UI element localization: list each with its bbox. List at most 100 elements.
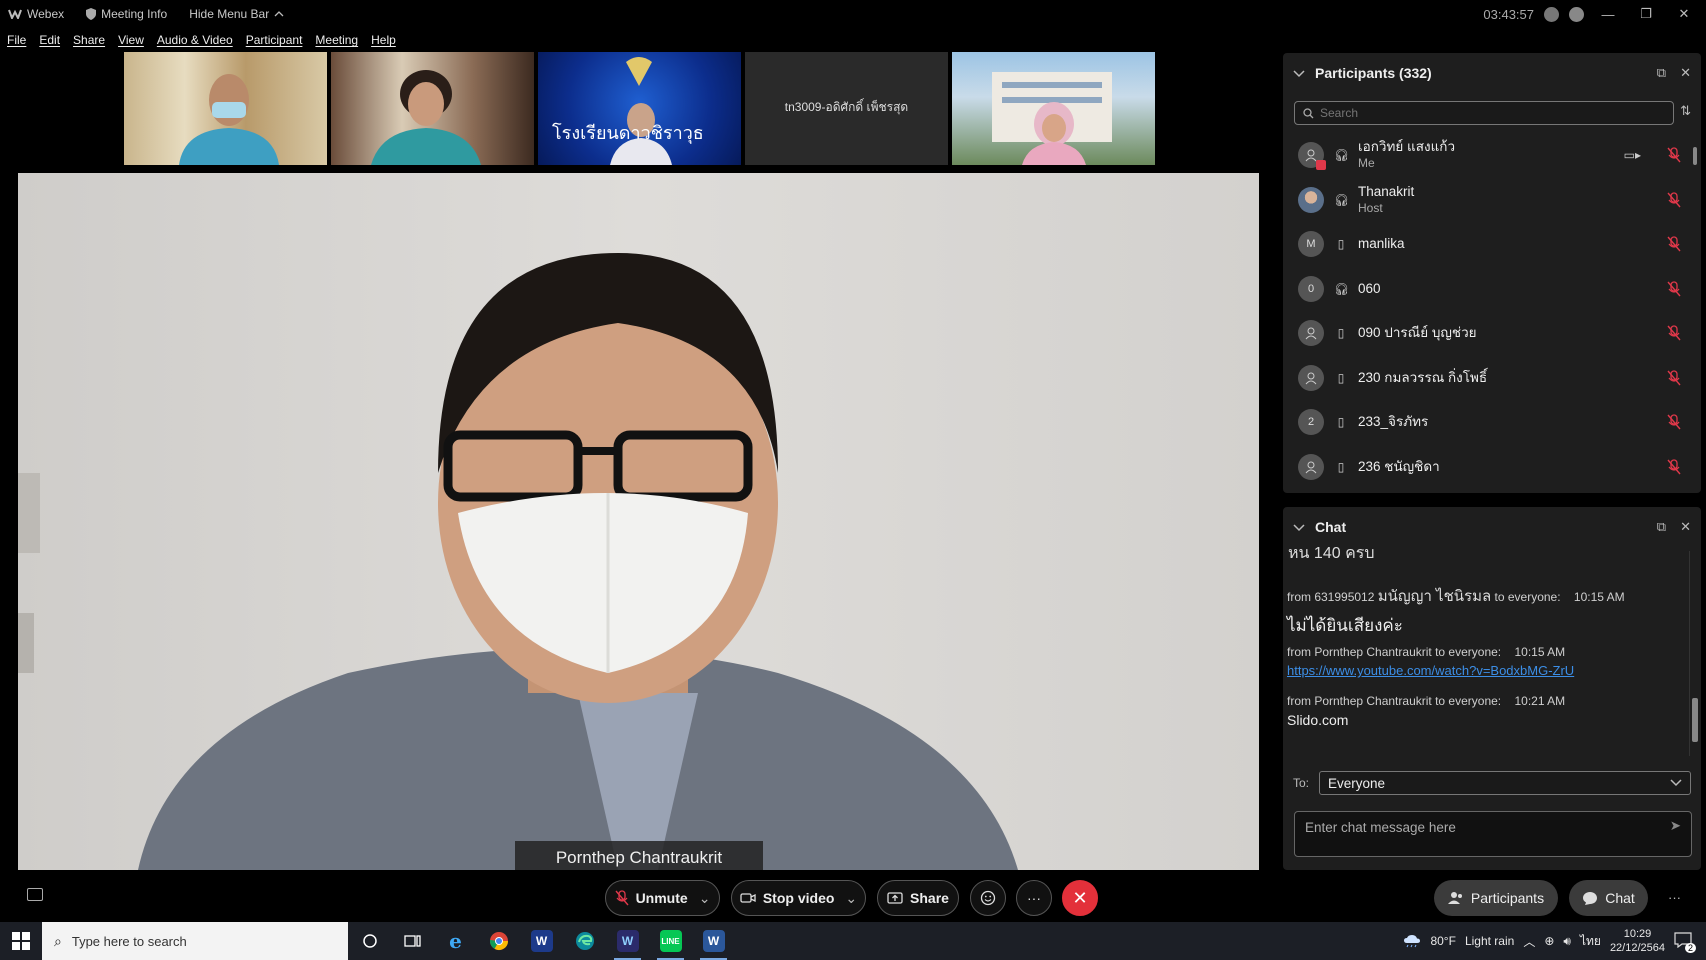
menu-meeting[interactable]: Meeting: [315, 33, 358, 47]
menu-participant[interactable]: Participant: [246, 33, 303, 47]
video-thumbnail[interactable]: [952, 52, 1155, 165]
hide-menu-bar-button[interactable]: Hide Menu Bar: [189, 7, 284, 21]
menu-bar: File Edit Share View Audio & Video Parti…: [0, 30, 402, 50]
clock[interactable]: 10:29 22/12/2564: [1610, 927, 1665, 955]
cortana-icon[interactable]: [348, 922, 391, 960]
mic-muted-icon[interactable]: [1667, 147, 1681, 163]
video-thumbnail[interactable]: tn3009-อดิศักดิ์ เพ็ชรสุด: [745, 52, 948, 165]
mic-muted-icon[interactable]: [1667, 458, 1681, 475]
participant-row[interactable]: M ▯ manlika: [1283, 222, 1701, 267]
sort-icon[interactable]: ⇅: [1680, 103, 1691, 119]
edge-icon[interactable]: [563, 922, 606, 960]
chevron-down-icon[interactable]: ⌄: [845, 890, 857, 907]
chevron-up-icon[interactable]: ︿: [1523, 933, 1535, 950]
participant-row[interactable]: 2 ▯ 233_จิรภัทร: [1283, 400, 1701, 445]
input-language[interactable]: ไทย: [1580, 932, 1601, 951]
mic-muted-icon[interactable]: [1667, 369, 1681, 386]
chat-scrollbar[interactable]: [1689, 551, 1699, 756]
mic-muted-icon[interactable]: [1667, 325, 1681, 341]
close-window-icon[interactable]: ✕: [1670, 6, 1698, 22]
mic-muted-icon[interactable]: [1667, 191, 1681, 208]
send-icon[interactable]: ➤: [1670, 818, 1681, 834]
popout-icon[interactable]: ⧉: [1657, 519, 1666, 535]
start-button[interactable]: [0, 922, 42, 960]
stop-video-button[interactable]: Stop video ⌄: [731, 880, 866, 916]
scrollbar-thumb[interactable]: [1693, 147, 1697, 165]
captions-icon[interactable]: [27, 888, 43, 901]
video-camera-icon[interactable]: ▭▸: [1624, 148, 1641, 162]
participants-scrollbar[interactable]: [1691, 133, 1699, 485]
phone-icon: ▯: [1337, 237, 1345, 252]
mic-muted-icon[interactable]: [1667, 414, 1681, 430]
search-icon: ⌕: [54, 932, 62, 949]
participants-toggle-button[interactable]: Participants: [1434, 880, 1558, 916]
minimize-icon[interactable]: —: [1594, 7, 1622, 22]
collapse-chevron-icon[interactable]: [1293, 65, 1305, 81]
mic-muted-icon[interactable]: [1667, 236, 1681, 252]
participant-row[interactable]: ▯ 230 กมลวรรณ กิ่งโพธิ์: [1283, 356, 1701, 401]
meeting-controls: Unmute ⌄ Stop video ⌄ Share ··· ✕ Partic…: [0, 874, 1706, 922]
stop-video-label: Stop video: [762, 890, 835, 906]
network-icon[interactable]: ⊕: [1544, 934, 1554, 948]
chevron-down-icon[interactable]: ⌄: [699, 890, 711, 907]
video-thumbnail-strip: โรงเรียนดาวชิราวุธ tn3009-อดิศักดิ์ เพ็ช…: [124, 52, 1155, 165]
shield-icon: [86, 8, 97, 20]
participant-row[interactable]: 0 🎧︎ 060: [1283, 267, 1701, 312]
menu-edit[interactable]: Edit: [39, 33, 60, 47]
participant-name: 233_จิรภัทร: [1358, 414, 1428, 430]
collapse-chevron-icon[interactable]: [1293, 519, 1305, 535]
participant-search[interactable]: [1294, 101, 1674, 125]
participant-name-text: 236 ชนัญชิดา: [1358, 458, 1440, 474]
participant-name-text: 060: [1358, 280, 1381, 296]
meeting-info-label: Meeting Info: [101, 7, 168, 21]
main-video[interactable]: Pornthep Chantraukrit: [18, 173, 1259, 870]
participant-name: 236 ชนัญชิดา: [1358, 459, 1440, 475]
close-panel-icon[interactable]: ✕: [1680, 65, 1691, 81]
scrollbar-thumb[interactable]: [1692, 698, 1698, 742]
recipient-select[interactable]: Everyone: [1319, 771, 1692, 795]
reactions-button[interactable]: [970, 880, 1006, 916]
video-thumbnail[interactable]: [331, 52, 534, 165]
close-panel-icon[interactable]: ✕: [1680, 519, 1691, 535]
volume-icon[interactable]: 🔊︎: [1563, 934, 1571, 949]
chat-link[interactable]: https://www.youtube.com/watch?v=BodxbMG-…: [1287, 663, 1574, 678]
participant-row[interactable]: ▯ 090 ปารณีย์ บุญช่วย: [1283, 311, 1701, 356]
menu-view[interactable]: View: [118, 33, 144, 47]
webex-window: Webex Meeting Info Hide Menu Bar 03:43:5…: [0, 0, 1706, 960]
menu-share[interactable]: Share: [73, 33, 105, 47]
more-dots-icon[interactable]: ···: [1668, 890, 1681, 905]
menu-audio-video[interactable]: Audio & Video: [157, 33, 233, 47]
notification-icon[interactable]: 2: [1674, 931, 1696, 953]
mic-muted-icon[interactable]: [1667, 280, 1681, 297]
restore-icon[interactable]: ❐: [1632, 6, 1660, 22]
word-app-icon[interactable]: W: [692, 922, 735, 960]
menu-help[interactable]: Help: [371, 33, 396, 47]
chat-toggle-button[interactable]: Chat: [1569, 880, 1648, 916]
weather-text[interactable]: Light rain: [1465, 934, 1514, 948]
chat-input[interactable]: Enter chat message here ➤: [1294, 811, 1692, 857]
meeting-info-button[interactable]: Meeting Info: [86, 7, 167, 21]
participant-row[interactable]: 🎧︎ Thanakrit Host: [1283, 178, 1701, 223]
titlebar-right: 03:43:57 — ❐ ✕: [1483, 0, 1698, 28]
chat-message: from Pornthep Chantraukrit to everyone: …: [1287, 694, 1565, 728]
video-thumbnail[interactable]: โรงเรียนดาวชิราวุธ: [538, 52, 741, 165]
user-avatar-icon[interactable]: [1569, 6, 1584, 22]
line-app-icon[interactable]: LINE: [649, 922, 692, 960]
taskbar-search[interactable]: ⌕ Type here to search: [42, 922, 348, 960]
participant-row[interactable]: 🎧︎ เอกวิทย์ แสงแก้ว Me ▭▸: [1283, 133, 1701, 178]
more-options-button[interactable]: ···: [1016, 880, 1052, 916]
participant-row[interactable]: ▯ 236 ชนัญชิดา: [1283, 445, 1701, 490]
weather-temp[interactable]: 80°F: [1430, 934, 1455, 948]
leave-meeting-button[interactable]: ✕: [1062, 880, 1098, 916]
unmute-button[interactable]: Unmute ⌄: [605, 880, 720, 916]
popout-icon[interactable]: ⧉: [1657, 65, 1666, 81]
video-thumbnail[interactable]: [124, 52, 327, 165]
chrome-icon[interactable]: [477, 922, 520, 960]
participant-search-input[interactable]: [1320, 106, 1650, 120]
webex-meeting-icon[interactable]: W: [606, 922, 649, 960]
menu-file[interactable]: File: [7, 33, 26, 47]
task-view-icon[interactable]: [391, 922, 434, 960]
webex-app-icon[interactable]: W: [520, 922, 563, 960]
share-button[interactable]: Share: [877, 880, 959, 916]
internet-explorer-icon[interactable]: e: [434, 922, 477, 960]
